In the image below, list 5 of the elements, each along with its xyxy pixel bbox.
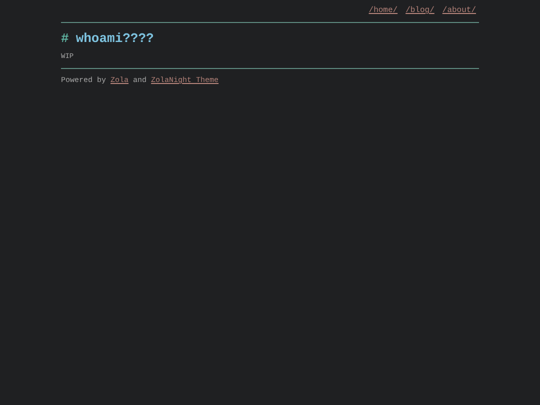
nav-link[interactable]: /about/: [442, 6, 476, 16]
page-title: whoami????: [76, 31, 154, 47]
heading-mark: #: [61, 31, 69, 47]
nav-link[interactable]: /home/: [368, 6, 398, 16]
nav-link[interactable]: /blog/: [406, 6, 434, 16]
